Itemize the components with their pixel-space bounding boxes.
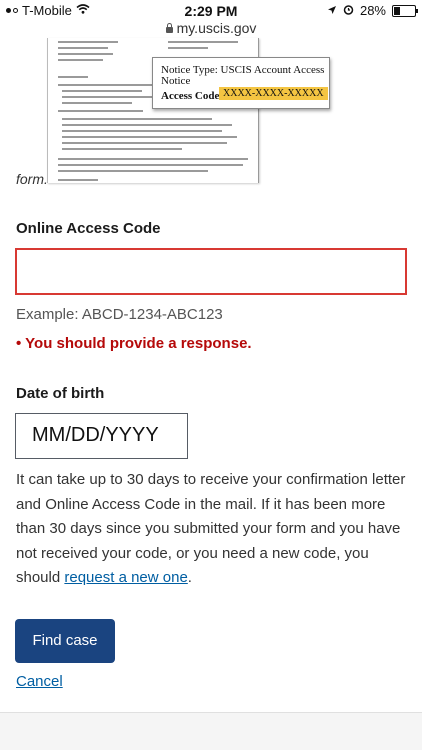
callout-access-code-label: Access Code: <box>161 90 224 102</box>
request-new-code-link[interactable]: request a new one <box>64 569 187 586</box>
status-bar: T-Mobile 2:29 PM 28% <box>0 0 422 22</box>
access-code-hint: Example: ABCD-1234-ABC123 <box>16 306 223 323</box>
info-end: . <box>187 569 192 586</box>
callout-access-code-value: XXXX-XXXX-XXXXX <box>219 87 328 100</box>
url-domain: my.uscis.gov <box>176 20 257 36</box>
url-bar[interactable]: my.uscis.gov <box>0 20 422 40</box>
find-case-button[interactable]: Find case <box>15 619 115 663</box>
alarm-icon <box>343 3 354 18</box>
access-code-error: • You should provide a response. <box>16 335 252 352</box>
access-code-input[interactable] <box>15 248 407 295</box>
status-icons: 28% <box>327 3 418 18</box>
battery-icon <box>392 4 418 17</box>
dob-label: Date of birth <box>16 385 105 402</box>
dob-input[interactable]: MM/DD/YYYY <box>15 413 188 459</box>
info-paragraph: It can take up to 30 days to receive you… <box>16 468 408 591</box>
access-code-label: Online Access Code <box>16 220 161 237</box>
location-icon <box>327 3 337 18</box>
access-code-callout: Notice Type: USCIS Account Access Notice… <box>152 57 330 109</box>
battery-percent: 28% <box>359 3 386 18</box>
footer <box>0 713 422 750</box>
cancel-link[interactable]: Cancel <box>16 673 63 690</box>
image-caption-tail: form. <box>16 171 48 187</box>
callout-notice-type: Notice Type: USCIS Account Access Notice <box>161 64 325 87</box>
lock-icon <box>165 23 173 33</box>
